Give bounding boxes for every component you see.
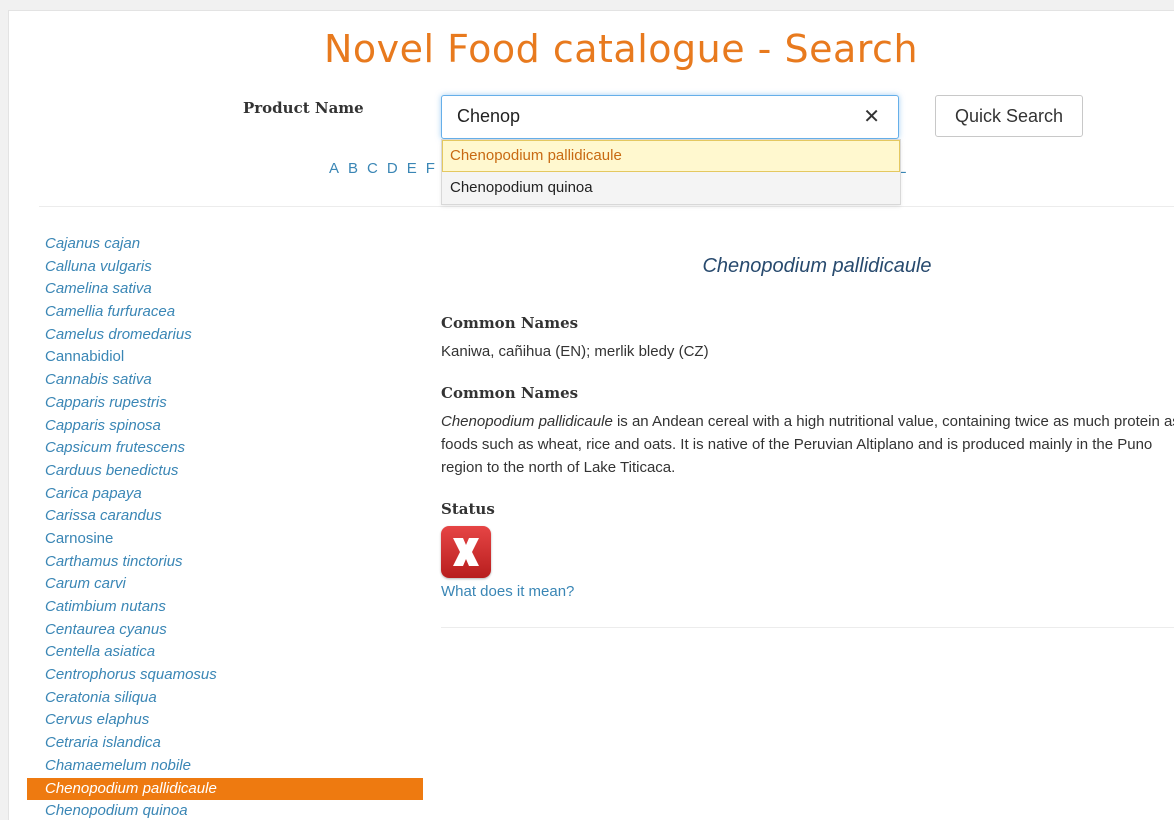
sidebar-item[interactable]: Capparis rupestris bbox=[27, 392, 423, 415]
letter-f[interactable]: F bbox=[426, 160, 435, 177]
sidebar-item[interactable]: Carissa carandus bbox=[27, 505, 423, 528]
what-does-it-mean-link[interactable]: What does it mean? bbox=[441, 583, 574, 600]
description-species: Chenopodium pallidicaule bbox=[441, 413, 613, 430]
search-input[interactable] bbox=[442, 96, 857, 136]
description-heading: Common Names bbox=[441, 384, 579, 402]
status-heading: Status bbox=[441, 500, 495, 518]
sidebar-item[interactable]: Catimbium nutans bbox=[27, 596, 423, 619]
header-divider bbox=[39, 206, 1174, 207]
search-box: ✕ bbox=[441, 95, 899, 139]
sidebar-item[interactable]: Cajanus cajan bbox=[27, 233, 423, 256]
sidebar-item[interactable]: Carnosine bbox=[27, 528, 423, 551]
letter-b[interactable]: B bbox=[348, 160, 358, 177]
sidebar-item[interactable]: Chamaemelum nobile bbox=[27, 755, 423, 778]
sidebar-item[interactable]: Camelina sativa bbox=[27, 278, 423, 301]
detail-divider bbox=[441, 627, 1174, 628]
sidebar-item[interactable]: Chenopodium quinoa bbox=[27, 800, 423, 820]
sidebar-item[interactable]: Camelus dromedarius bbox=[27, 324, 423, 347]
suggestion-item[interactable]: Chenopodium quinoa bbox=[442, 172, 900, 204]
sidebar-item[interactable]: Cannabis sativa bbox=[27, 369, 423, 392]
letter-d[interactable]: D bbox=[387, 160, 398, 177]
sidebar-item[interactable]: Centrophorus squamosus bbox=[27, 664, 423, 687]
sidebar-item[interactable]: Carica papaya bbox=[27, 483, 423, 506]
sidebar-item[interactable]: Centella asiatica bbox=[27, 641, 423, 664]
sidebar-item[interactable]: Carthamus tinctorius bbox=[27, 551, 423, 574]
clear-icon[interactable]: ✕ bbox=[863, 104, 880, 128]
sidebar-item[interactable]: Carum carvi bbox=[27, 573, 423, 596]
letter-c[interactable]: C bbox=[367, 160, 378, 177]
sidebar-item[interactable]: Capsicum frutescens bbox=[27, 437, 423, 460]
suggestion-item[interactable]: Chenopodium pallidicaule bbox=[442, 140, 900, 172]
sidebar-item[interactable]: Ceratonia siliqua bbox=[27, 687, 423, 710]
autocomplete-dropdown: Chenopodium pallidicaule Chenopodium qui… bbox=[441, 139, 901, 205]
sidebar-item[interactable]: Calluna vulgaris bbox=[27, 256, 423, 279]
species-list: Cajanus cajan Calluna vulgaris Camelina sa… bbox=[27, 233, 423, 820]
sidebar-item[interactable]: Cetraria islandica bbox=[27, 732, 423, 755]
page: Novel Food catalogue - Search Product Na… bbox=[8, 10, 1174, 820]
sidebar-item[interactable]: Camellia furfuracea bbox=[27, 301, 423, 324]
quick-search-button[interactable]: Quick Search bbox=[935, 95, 1083, 137]
letter-e[interactable]: E bbox=[407, 160, 417, 177]
sidebar-item[interactable]: Carduus benedictus bbox=[27, 460, 423, 483]
product-name-label: Product Name bbox=[243, 99, 364, 117]
sidebar-item[interactable]: Cannabidiol bbox=[27, 346, 423, 369]
sidebar-item-selected[interactable]: Chenopodium pallidicaule bbox=[27, 777, 423, 801]
sidebar-item[interactable]: Centaurea cyanus bbox=[27, 619, 423, 642]
common-names-heading: Common Names bbox=[441, 314, 579, 332]
alphabet-nav: ABCDEF bbox=[329, 160, 444, 177]
common-names-text: Kaniwa, cañihua (EN); merlik bledy (CZ) bbox=[441, 343, 709, 360]
description-text: Chenopodium pallidicaule is an Andean ce… bbox=[441, 410, 1174, 479]
page-title: Novel Food catalogue - Search bbox=[323, 27, 919, 71]
detail-title: Chenopodium pallidicaule bbox=[702, 255, 932, 277]
red-x-icon bbox=[441, 526, 491, 578]
sidebar-item[interactable]: Capparis spinosa bbox=[27, 415, 423, 438]
letter-a[interactable]: A bbox=[329, 160, 339, 177]
sidebar-item[interactable]: Cervus elaphus bbox=[27, 709, 423, 732]
